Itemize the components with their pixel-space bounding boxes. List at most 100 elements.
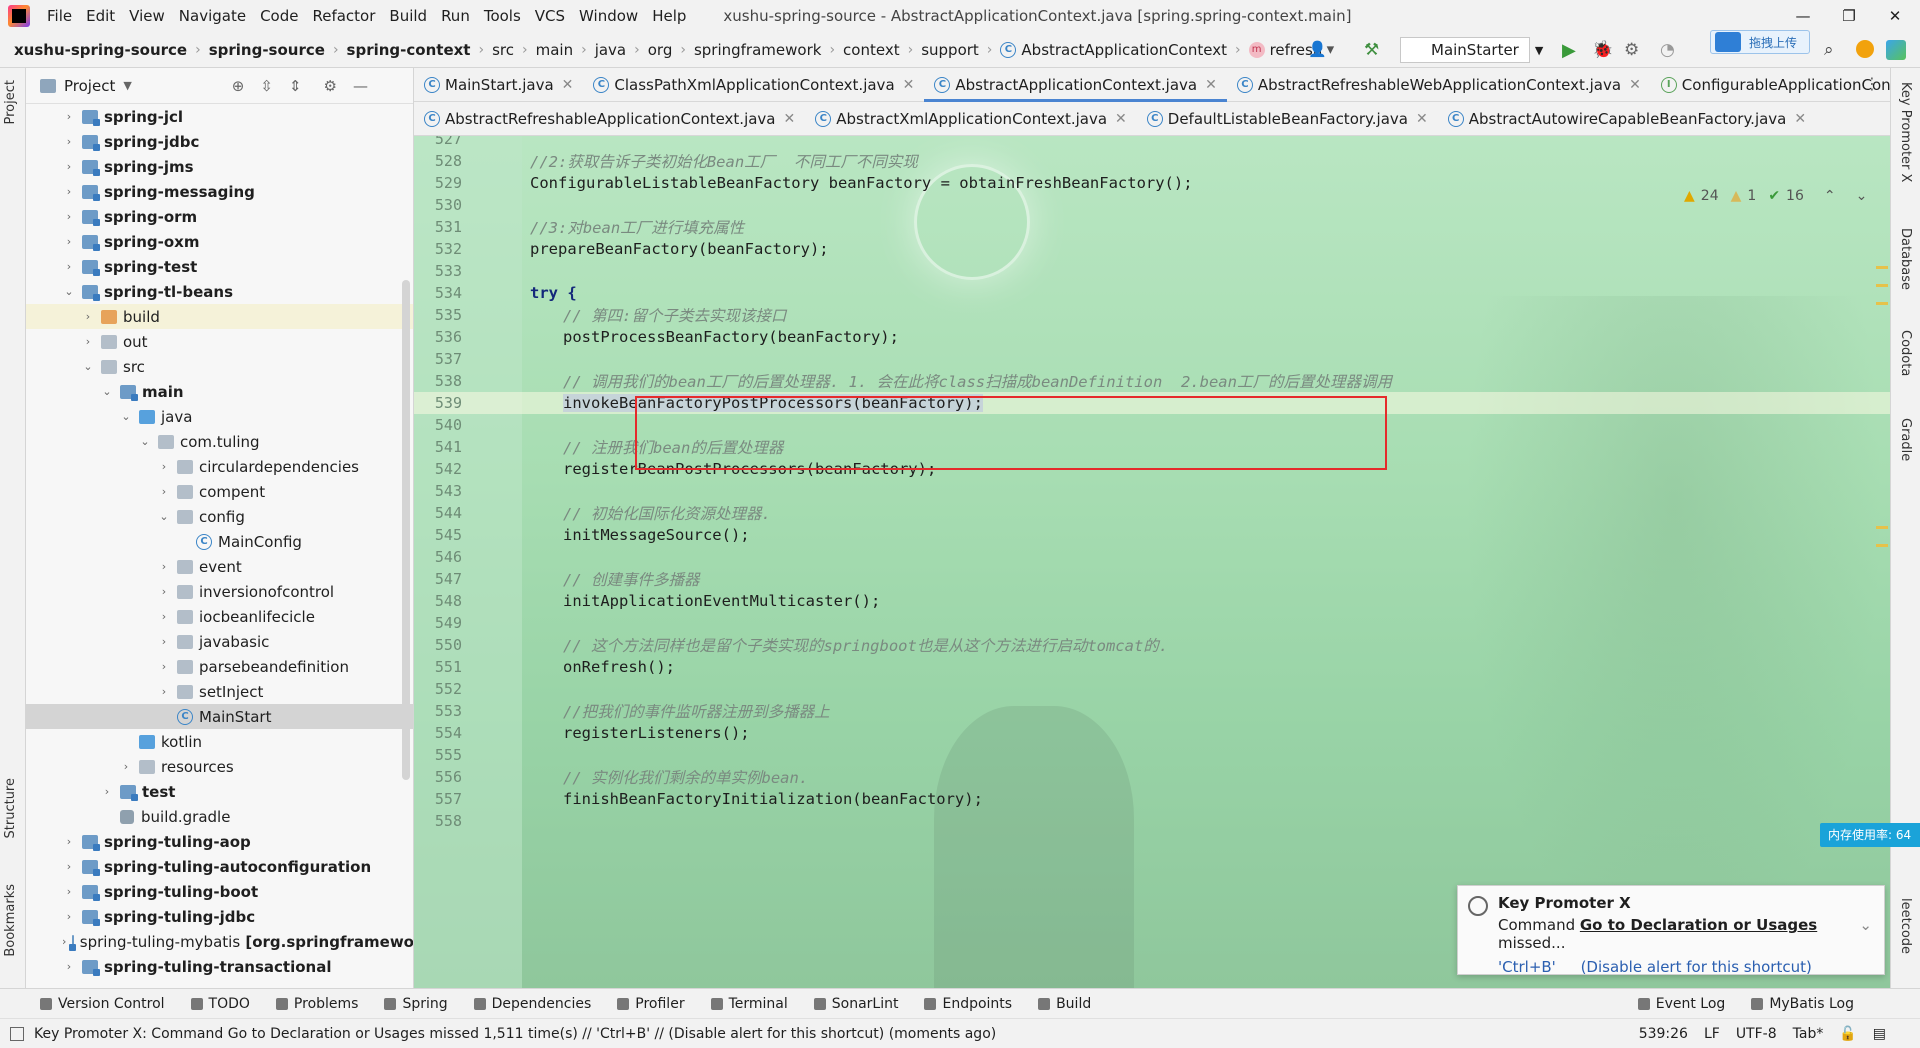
update-icon[interactable] xyxy=(1856,40,1874,58)
close-icon[interactable]: ✕ xyxy=(1115,111,1127,127)
close-icon[interactable]: ✕ xyxy=(1416,111,1428,127)
memory-indicator-icon[interactable]: ▤ xyxy=(1873,1026,1886,1042)
breadcrumb-item[interactable]: spring-source › xyxy=(209,41,347,59)
chevron-up-icon[interactable]: ⌃ xyxy=(1824,188,1836,204)
gradle-tab[interactable]: Gradle xyxy=(1898,418,1913,461)
tree-node[interactable]: › out xyxy=(26,329,413,354)
tree-node[interactable]: › spring-tuling-aop xyxy=(26,829,413,854)
editor-tab[interactable]: IConfigurableApplicationContext.java✕ xyxy=(1651,68,1890,102)
tool-window-build[interactable]: Build xyxy=(1038,996,1091,1012)
code-line[interactable]: 555 xyxy=(414,744,1890,766)
tree-node[interactable]: › spring-messaging xyxy=(26,179,413,204)
editor-tab[interactable]: C AbstractAutowireCapableBeanFactory.java… xyxy=(1438,102,1816,136)
breadcrumb-item[interactable]: java › xyxy=(595,41,648,59)
user-icon[interactable]: 👤▾ xyxy=(1308,40,1338,60)
disable-alert-link[interactable]: (Disable alert for this shortcut) xyxy=(1581,958,1812,976)
gear-icon[interactable]: ⚙ xyxy=(324,77,337,95)
chevron-down-icon[interactable]: ⌄ xyxy=(100,385,114,398)
tool-window-version-control[interactable]: Version Control xyxy=(40,996,165,1012)
code-line[interactable]: 527 xyxy=(414,136,1890,150)
code-line[interactable]: 534 try { xyxy=(414,282,1890,304)
menu-item-code[interactable]: Code xyxy=(253,7,305,25)
chevron-right-icon[interactable]: › xyxy=(62,960,76,973)
chevron-down-icon[interactable]: ▼ xyxy=(123,79,131,92)
locate-file-icon[interactable]: ⊕ xyxy=(232,77,245,95)
tool-window-event-log[interactable]: Event Log xyxy=(1637,996,1725,1012)
tree-node[interactable]: ⌄ config xyxy=(26,504,413,529)
code-line[interactable]: 551 onRefresh(); xyxy=(414,656,1890,678)
tree-node[interactable]: › resources xyxy=(26,754,413,779)
tree-node[interactable]: › spring-jdbc xyxy=(26,129,413,154)
code-line[interactable]: 546 xyxy=(414,546,1890,568)
chevron-right-icon[interactable]: › xyxy=(157,610,171,623)
editor-tab[interactable]: C DefaultListableBeanFactory.java ✕ xyxy=(1137,102,1438,136)
run-icon[interactable]: ▶ xyxy=(1562,40,1576,61)
menu-item-window[interactable]: Window xyxy=(572,7,645,25)
tree-node[interactable]: › spring-tuling-mybatis [org.springframew… xyxy=(26,929,413,954)
code-line[interactable]: 548 initApplicationEventMulticaster(); xyxy=(414,590,1890,612)
chevron-right-icon[interactable]: › xyxy=(62,260,76,273)
chevron-down-icon[interactable]: ⌄ xyxy=(119,410,133,423)
tool-window-sonarlint[interactable]: SonarLint xyxy=(813,996,898,1012)
code-line[interactable]: 553 //把我们的事件监听器注册到多播器上 xyxy=(414,700,1890,722)
menu-item-navigate[interactable]: Navigate xyxy=(172,7,253,25)
tree-node[interactable]: ⌄ src xyxy=(26,354,413,379)
breadcrumb-item[interactable]: org › xyxy=(648,41,694,59)
tree-node[interactable]: › spring-tuling-autoconfiguration xyxy=(26,854,413,879)
chevron-right-icon[interactable]: › xyxy=(81,335,95,348)
tool-window-dependencies[interactable]: Dependencies xyxy=(473,996,591,1012)
code-line[interactable]: 535 // 第四:留个子类去实现该接口 xyxy=(414,304,1890,326)
chevron-right-icon[interactable]: › xyxy=(62,110,76,123)
toggle-tool-windows-icon[interactable] xyxy=(10,1026,24,1041)
chevron-right-icon[interactable]: › xyxy=(100,785,114,798)
chevron-right-icon[interactable]: › xyxy=(157,485,171,498)
tree-node[interactable]: › javabasic xyxy=(26,629,413,654)
editor-tab[interactable]: C ClassPathXmlApplicationContext.java ✕ xyxy=(583,68,924,102)
tree-node[interactable]: › spring-orm xyxy=(26,204,413,229)
chevron-right-icon[interactable]: › xyxy=(62,210,76,223)
stripe-mark[interactable] xyxy=(1876,266,1888,269)
tree-node[interactable]: › inversionofcontrol xyxy=(26,579,413,604)
chevron-right-icon[interactable]: › xyxy=(62,135,76,148)
breadcrumb-item[interactable]: support › xyxy=(921,41,1000,59)
stripe-mark[interactable] xyxy=(1876,526,1888,529)
chevron-down-icon[interactable]: ⌄ xyxy=(1856,188,1868,204)
code-line[interactable]: 544 // 初始化国际化资源处理器. xyxy=(414,502,1890,524)
notification-action-name[interactable]: Go to Declaration or Usages xyxy=(1580,916,1817,934)
build-hammer-icon[interactable]: ⚒ xyxy=(1364,40,1384,60)
tree-node[interactable]: › spring-jms xyxy=(26,154,413,179)
stripe-mark[interactable] xyxy=(1876,302,1888,305)
status-message[interactable]: Key Promoter X: Command Go to Declaratio… xyxy=(34,1026,996,1042)
notification-shortcut[interactable]: 'Ctrl+B' xyxy=(1498,958,1556,976)
tree-node[interactable]: › build xyxy=(26,304,413,329)
code-line[interactable]: 529 ConfigurableListableBeanFactory beanF… xyxy=(414,172,1890,194)
chevron-down-icon[interactable]: ⌄ xyxy=(62,285,76,298)
debug-icon[interactable]: 🐞 xyxy=(1592,40,1613,60)
hide-panel-icon[interactable]: — xyxy=(353,77,368,95)
code-line[interactable]: 532 prepareBeanFactory(beanFactory); xyxy=(414,238,1890,260)
leetcode-tab[interactable]: leetcode xyxy=(1898,898,1913,954)
editor-tab[interactable]: C AbstractRefreshableApplicationContext.j… xyxy=(414,102,805,136)
editor-tab[interactable]: C AbstractXmlApplicationContext.java ✕ xyxy=(805,102,1137,136)
chevron-right-icon[interactable]: › xyxy=(62,160,76,173)
chevron-right-icon[interactable]: › xyxy=(62,910,76,923)
database-tab[interactable]: Database xyxy=(1898,228,1913,290)
tree-node[interactable]: › setInject xyxy=(26,679,413,704)
tool-window-spring[interactable]: Spring xyxy=(384,996,448,1012)
bookmarks-tool-tab[interactable]: Bookmarks xyxy=(3,884,18,957)
chevron-right-icon[interactable]: › xyxy=(157,560,171,573)
chevron-right-icon[interactable]: › xyxy=(119,760,133,773)
menu-item-file[interactable]: File xyxy=(40,7,79,25)
tree-node[interactable]: › spring-tuling-transactional xyxy=(26,954,413,979)
menu-item-refactor[interactable]: Refactor xyxy=(305,7,382,25)
code-line[interactable]: 537 xyxy=(414,348,1890,370)
tree-node[interactable]: › spring-tuling-boot xyxy=(26,879,413,904)
chevron-right-icon[interactable]: › xyxy=(62,885,76,898)
close-icon[interactable]: ✕ xyxy=(1629,77,1641,93)
chevron-right-icon[interactable]: › xyxy=(62,235,76,248)
tree-node[interactable]: ⌄ java xyxy=(26,404,413,429)
chevron-down-icon[interactable]: ⌄ xyxy=(157,510,171,523)
expand-all-icon[interactable]: ⇳ xyxy=(260,77,273,95)
tool-window-endpoints[interactable]: Endpoints xyxy=(924,996,1012,1012)
code-line[interactable]: 556 // 实例化我们剩余的单实例bean. xyxy=(414,766,1890,788)
